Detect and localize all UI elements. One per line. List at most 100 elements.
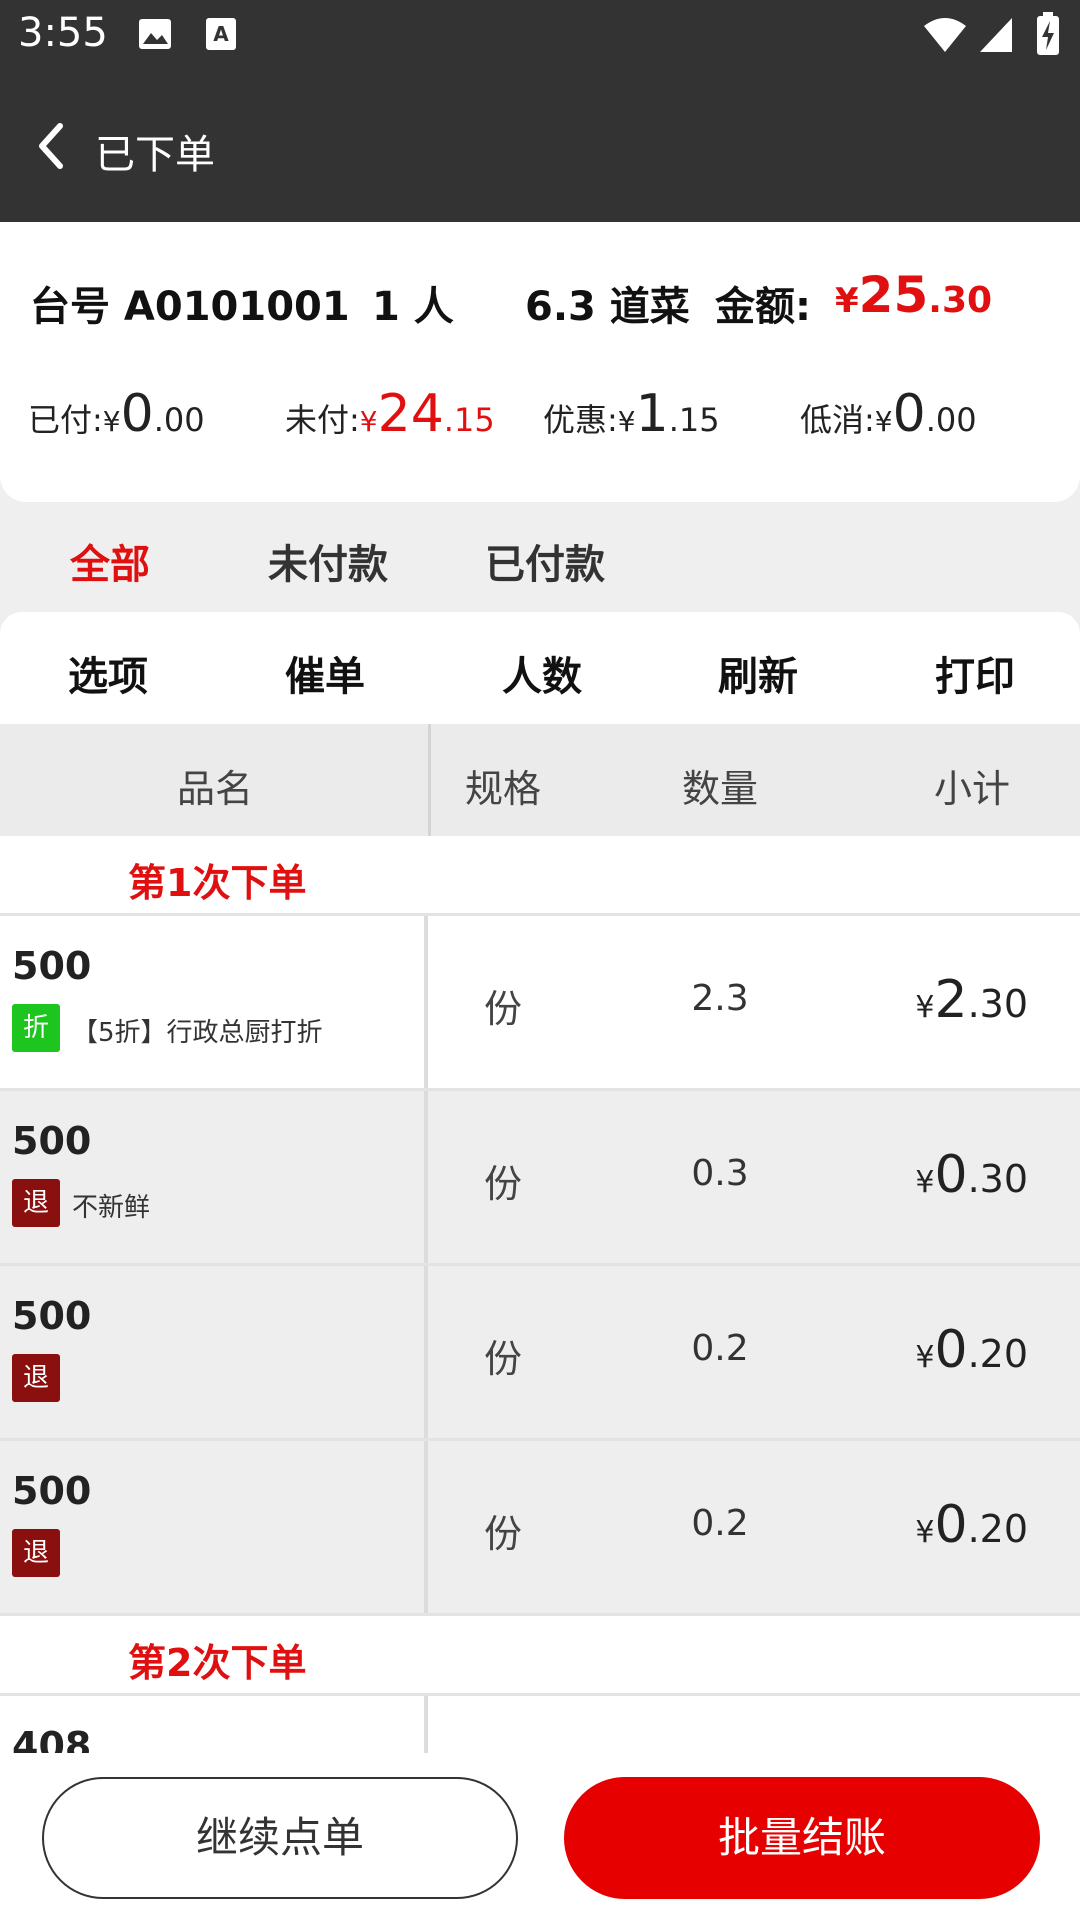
wifi-icon <box>924 18 966 52</box>
font-icon: A <box>206 18 236 50</box>
toolbar-button[interactable]: 人数 <box>462 644 622 702</box>
order-item-row[interactable]: 500 退 份 0.2 ¥0.20 <box>0 1266 1080 1441</box>
item-spec: 份 <box>484 1337 523 1381</box>
amount-integer: 2 <box>934 970 968 1030</box>
filter-tabs: 全部 未付款 已付款 <box>0 512 1080 612</box>
refund-badge: 退 <box>12 1354 60 1402</box>
item-quantity: 0.2 <box>691 1328 749 1369</box>
order-round-title: 第2次下单 <box>128 1641 307 1685</box>
currency-symbol: ¥ <box>915 1340 935 1375</box>
order-summary-card: 台号 A0101001 1 人 6.3 道菜 金额: ¥25.30 已付:¥0.… <box>0 222 1080 502</box>
toolbar-button[interactable]: 打印 <box>895 644 1055 702</box>
payment-label: 优惠: <box>543 401 618 439</box>
payment-label: 未付: <box>285 401 360 439</box>
currency-symbol: ¥ <box>915 990 935 1025</box>
amount-decimal: .30 <box>967 982 1028 1026</box>
item-note: 不新鲜 <box>72 1193 151 1223</box>
page-title: 已下单 <box>95 132 215 178</box>
amount-integer: 0 <box>892 384 926 444</box>
amount-integer: 24 <box>377 384 444 444</box>
discount-badge: 折 <box>12 1004 60 1052</box>
currency-symbol: ¥ <box>617 405 636 438</box>
item-spec: 份 <box>484 1162 523 1206</box>
order-item-row[interactable]: 408份3¥3.00 <box>0 1696 1080 1753</box>
image-icon <box>139 19 171 49</box>
back-arrow-icon[interactable] <box>30 118 80 174</box>
amount-integer: 0 <box>120 384 154 444</box>
item-name: 500 <box>12 1294 92 1338</box>
order-item-list[interactable]: 第1次下单 500 折【5折】行政总厨打折份 2.3 ¥2.30 500 退不新鲜份 0.3 ¥… <box>0 836 1080 1753</box>
amount-integer: 0 <box>934 1495 968 1555</box>
payment-amount: ¥0.00 <box>874 384 977 444</box>
amount-decimal: .00 <box>925 401 977 439</box>
item-name-cell: 408 <box>0 1696 428 1753</box>
dish-count: 6.3 道菜 <box>525 284 690 330</box>
amount-decimal: .15 <box>443 401 495 439</box>
amount-decimal: .15 <box>668 401 720 439</box>
item-name-cell: 500 折【5折】行政总厨打折 <box>0 916 428 1088</box>
amount-decimal: .20 <box>967 1507 1028 1551</box>
payment-amount: ¥0.00 <box>102 384 205 444</box>
amount-integer: 1 <box>635 384 669 444</box>
filter-tab[interactable]: 全部 <box>70 532 150 590</box>
signal-icon <box>980 18 1012 52</box>
amount-decimal: .20 <box>967 1332 1028 1376</box>
item-subtotal: ¥0.20 <box>915 1320 1028 1380</box>
item-quantity: 2.3 <box>691 978 749 1019</box>
battery-charging-icon <box>1037 12 1059 55</box>
column-header: 数量 <box>681 767 758 811</box>
item-spec: 份 <box>484 987 523 1031</box>
item-name-cell: 500 退 <box>0 1266 428 1438</box>
column-header: 规格 <box>464 767 541 811</box>
table-header: 品名 规格 数量 小计 <box>0 724 1080 836</box>
order-item-row[interactable]: 500 折【5折】行政总厨打折 份 2.3 ¥2.30 <box>0 916 1080 1091</box>
currency-symbol: ¥ <box>915 1515 935 1550</box>
item-name: 500 <box>12 944 92 988</box>
status-bar: 3:55 A <box>0 0 1080 72</box>
item-spec: 份 <box>484 1512 523 1556</box>
continue-order-button[interactable]: 继续点单 <box>42 1777 518 1899</box>
item-note: 【5折】行政总厨打折 <box>72 1018 323 1048</box>
item-name-cell: 500 退 <box>0 1441 428 1613</box>
item-quantity: 0.2 <box>691 1503 749 1544</box>
order-round-title: 第1次下单 <box>128 861 307 905</box>
batch-checkout-button[interactable]: 批量结账 <box>564 1777 1040 1899</box>
currency-symbol: ¥ <box>915 1165 935 1200</box>
toolbar-button[interactable]: 选项 <box>28 644 188 702</box>
filter-tab[interactable]: 未付款 <box>268 532 388 590</box>
status-time: 3:55 <box>18 10 108 56</box>
people-count: 1 人 <box>372 284 454 330</box>
payment-item: 低消:¥0.00 <box>800 384 977 444</box>
order-summary-header: 台号 A0101001 1 人 6.3 道菜 金额: ¥25.30 <box>30 266 1070 334</box>
payment-item: 未付:¥24.15 <box>285 384 495 444</box>
payment-amount: ¥24.15 <box>360 384 495 444</box>
order-round-header: 第2次下单 <box>0 1616 1080 1696</box>
item-name-cell: 500 退不新鲜 <box>0 1091 428 1263</box>
payment-item: 优惠:¥1.15 <box>543 384 720 444</box>
item-name: 408 <box>12 1724 92 1753</box>
order-item-row[interactable]: 500 退 份 0.2 ¥0.20 <box>0 1441 1080 1616</box>
currency-symbol: ¥ <box>874 405 893 438</box>
filter-tab[interactable]: 已付款 <box>485 532 605 590</box>
amount-label: 金额: <box>715 284 811 330</box>
payment-item: 已付:¥0.00 <box>28 384 205 444</box>
toolbar-button[interactable]: 刷新 <box>678 644 838 702</box>
table-number: 台号 A0101001 <box>30 284 350 330</box>
svg-text:A: A <box>213 22 229 46</box>
item-name: 500 <box>12 1119 92 1163</box>
currency-symbol: ¥ <box>102 405 121 438</box>
item-name: 500 <box>12 1469 92 1513</box>
app-bar: 已下单 <box>0 72 1080 222</box>
column-header: 小计 <box>933 767 1010 811</box>
item-quantity: 0.3 <box>691 1153 749 1194</box>
amount-integer: 0 <box>934 1145 968 1205</box>
column-header: 品名 <box>176 767 253 811</box>
item-subtotal: ¥0.20 <box>915 1495 1028 1555</box>
amount-decimal: .30 <box>967 1157 1028 1201</box>
order-item-row[interactable]: 500 退不新鲜 份 0.3 ¥0.30 <box>0 1091 1080 1266</box>
payment-label: 低消: <box>800 401 875 439</box>
bottom-action-bar: 继续点单 批量结账 <box>0 1753 1080 1920</box>
payment-breakdown: 已付:¥0.00 未付:¥24.15 优惠:¥1.15 低消:¥0.00 <box>0 384 1080 444</box>
order-round-header: 第1次下单 <box>0 836 1080 916</box>
toolbar-button[interactable]: 催单 <box>245 644 405 702</box>
